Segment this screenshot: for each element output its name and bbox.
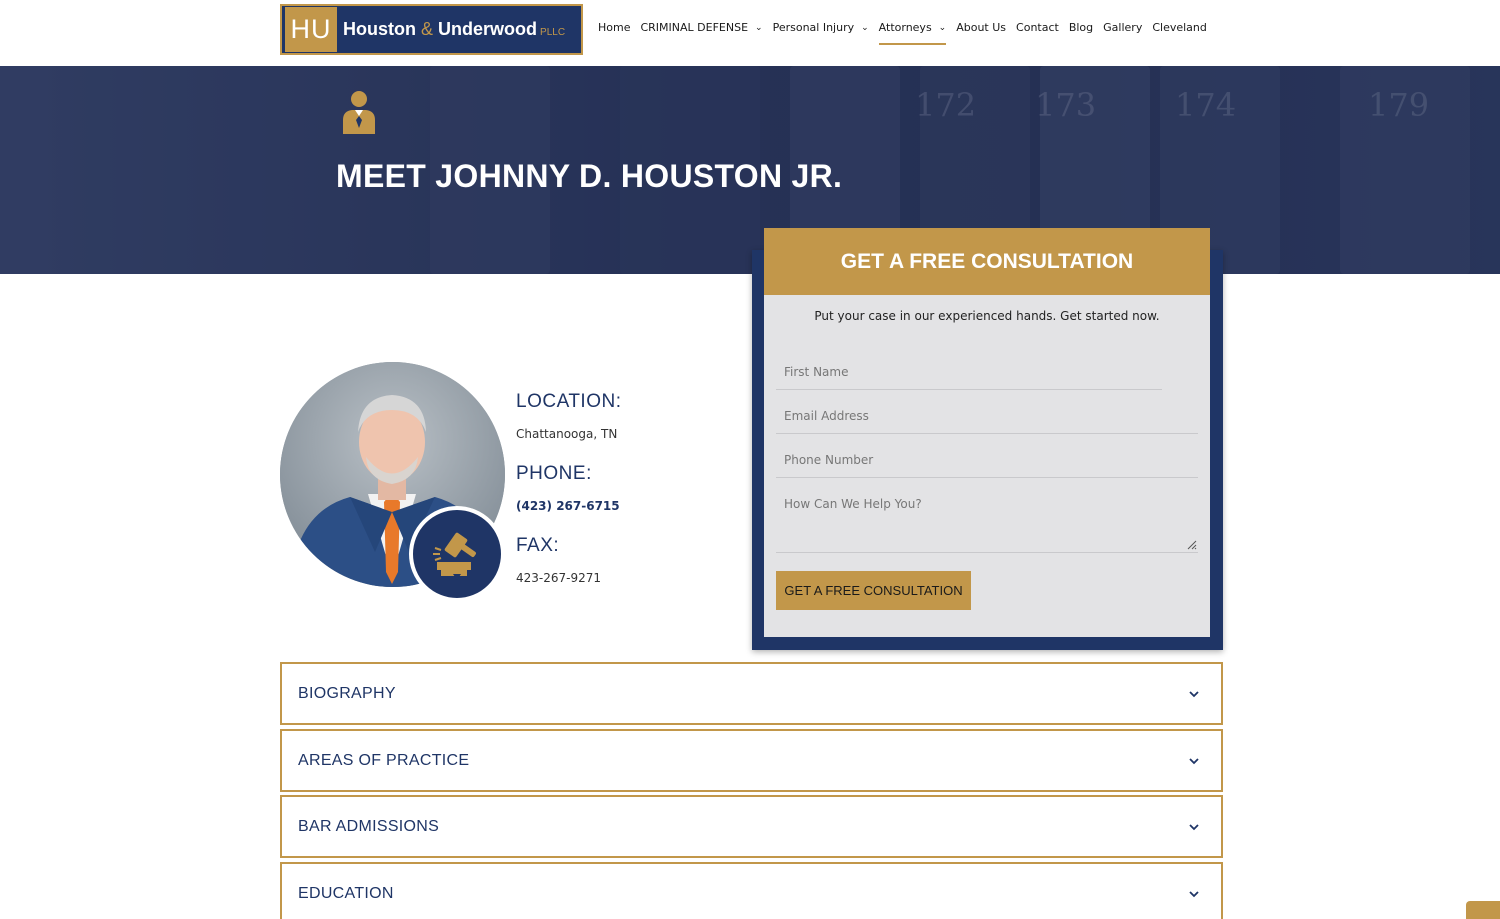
accordion-biography[interactable]: BIOGRAPHY bbox=[280, 662, 1223, 725]
email-placeholder: Email Address bbox=[784, 409, 869, 423]
phone-link[interactable]: (423) 267-6715 bbox=[516, 499, 622, 513]
accordion-label: BIOGRAPHY bbox=[298, 684, 396, 702]
page-title: MEET JOHNNY D. HOUSTON JR. bbox=[336, 158, 843, 194]
nav-home[interactable]: Home bbox=[598, 21, 630, 36]
site-header: HU Houston & Underwood PLLC Home CRIMINAL… bbox=[0, 0, 1500, 66]
message-placeholder: How Can We Help You? bbox=[784, 497, 922, 511]
first-name-placeholder: First Name bbox=[784, 365, 849, 379]
nav-personal-injury-label: Personal Injury bbox=[772, 21, 855, 34]
location-label: LOCATION: bbox=[516, 391, 622, 412]
accordion-bar-admissions[interactable]: BAR ADMISSIONS bbox=[280, 795, 1223, 858]
chevron-down-icon bbox=[1189, 690, 1199, 697]
nav-contact-label: Contact bbox=[1016, 21, 1059, 34]
logo-suffix: PLLC bbox=[540, 27, 566, 38]
attorney-icon bbox=[343, 91, 375, 134]
message-textarea[interactable]: How Can We Help You? bbox=[776, 497, 1198, 553]
accordion-education[interactable]: EDUCATION bbox=[280, 862, 1223, 919]
nav-criminal-defense-label: CRIMINAL DEFENSE bbox=[640, 21, 749, 34]
resize-handle-icon[interactable] bbox=[1187, 540, 1197, 550]
nav-criminal-defense[interactable]: CRIMINAL DEFENSE ⌄ bbox=[640, 21, 762, 36]
logo-amp: & bbox=[421, 19, 434, 39]
consultation-form-title: GET A FREE CONSULTATION bbox=[840, 249, 1134, 273]
logo-name-part2: Underwood bbox=[438, 19, 538, 39]
nav-attorneys[interactable]: Attorneys ⌄ bbox=[878, 21, 947, 45]
phone-input[interactable]: Phone Number bbox=[776, 453, 1198, 478]
consultation-form-header: GET A FREE CONSULTATION bbox=[764, 228, 1210, 295]
chevron-down-icon: ⌄ bbox=[755, 22, 763, 33]
accordion-label: AREAS OF PRACTICE bbox=[298, 751, 470, 769]
nav-cleveland[interactable]: Cleveland bbox=[1152, 21, 1207, 36]
nav-blog[interactable]: Blog bbox=[1069, 21, 1093, 36]
logo-mark: HU bbox=[285, 7, 337, 52]
consultation-submit-button[interactable]: GET A FREE CONSULTATION bbox=[776, 571, 971, 610]
logo-name-part1: Houston bbox=[343, 19, 416, 39]
main-nav: Home CRIMINAL DEFENSE ⌄ Personal Injury ⌄ … bbox=[598, 21, 1217, 45]
nav-about[interactable]: About Us bbox=[956, 21, 1006, 36]
chevron-down-icon: ⌄ bbox=[861, 22, 869, 33]
nav-personal-injury[interactable]: Personal Injury ⌄ bbox=[773, 21, 869, 36]
chevron-down-icon bbox=[1189, 757, 1199, 764]
nav-home-label: Home bbox=[598, 21, 631, 34]
nav-about-label: About Us bbox=[956, 21, 1007, 34]
chevron-down-icon: ⌄ bbox=[938, 22, 947, 33]
accordion-label: BAR ADMISSIONS bbox=[298, 817, 440, 835]
chat-widget-tab[interactable] bbox=[1466, 901, 1500, 919]
first-name-input[interactable]: First Name bbox=[776, 365, 1162, 390]
logo-text: Houston & Underwood PLLC bbox=[343, 19, 565, 40]
gavel-badge bbox=[409, 506, 505, 602]
phone-label: PHONE: bbox=[516, 463, 592, 484]
accordion-label: EDUCATION bbox=[298, 884, 394, 902]
chevron-down-icon bbox=[1189, 823, 1199, 830]
hero-banner: 172 173 174 179 MEET JOHNNY D. HOUSTON J… bbox=[0, 66, 1500, 274]
accordion-areas-of-practice[interactable]: AREAS OF PRACTICE bbox=[280, 729, 1223, 792]
site-logo[interactable]: HU Houston & Underwood PLLC bbox=[280, 4, 583, 55]
gavel-icon bbox=[433, 532, 476, 580]
nav-blog-label: Blog bbox=[1068, 21, 1094, 34]
chevron-down-icon bbox=[1189, 890, 1199, 897]
nav-attorneys-label: Attorneys bbox=[878, 21, 932, 34]
email-input[interactable]: Email Address bbox=[776, 409, 1198, 434]
contact-info: LOCATION: Chattanooga, TN PHONE: (423) 2… bbox=[516, 391, 622, 607]
location-value: Chattanooga, TN bbox=[516, 427, 618, 441]
fax-label: FAX: bbox=[516, 535, 560, 556]
fax-value: 423-267-9271 bbox=[516, 571, 602, 585]
phone-placeholder: Phone Number bbox=[784, 453, 874, 467]
nav-contact[interactable]: Contact bbox=[1016, 21, 1059, 36]
nav-cleveland-label: Cleveland bbox=[1152, 21, 1207, 34]
nav-gallery-label: Gallery bbox=[1103, 21, 1143, 34]
consultation-form-subtitle: Put your case in our experienced hands. … bbox=[814, 309, 1160, 323]
nav-gallery[interactable]: Gallery bbox=[1103, 21, 1142, 36]
